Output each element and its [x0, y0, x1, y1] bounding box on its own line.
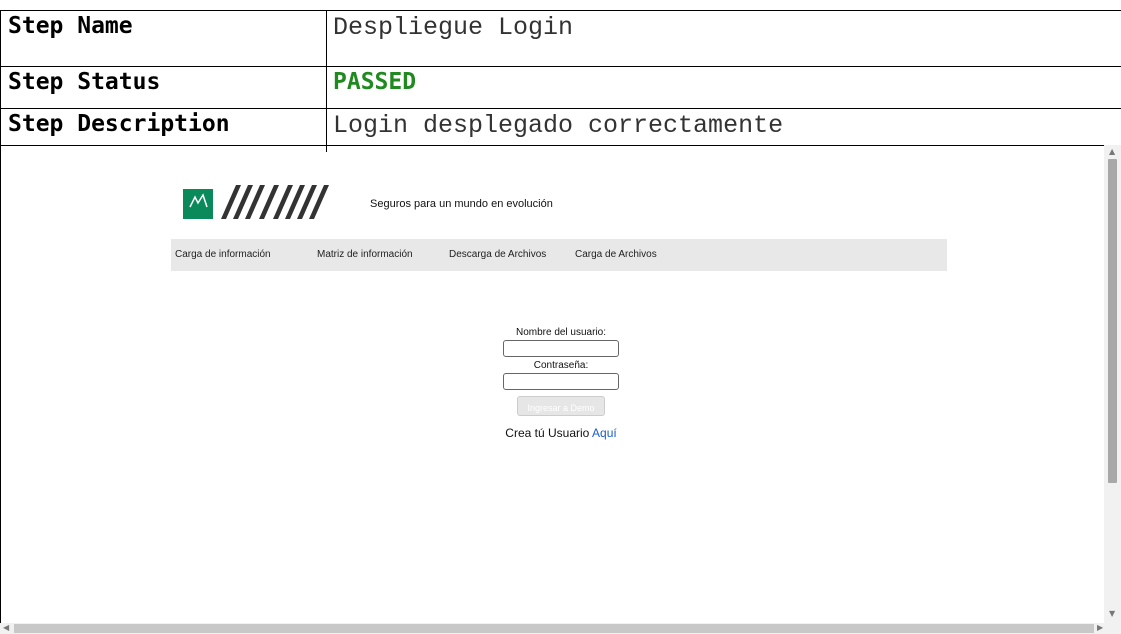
- username-input[interactable]: [503, 340, 619, 357]
- column-divider: [326, 10, 327, 152]
- step-description-row: Step Description Login desplegado correc…: [0, 108, 1121, 146]
- nav-matriz-informacion[interactable]: Matriz de información: [317, 249, 413, 260]
- site-tagline: Seguros para un mundo en evolución: [370, 198, 553, 210]
- step-description-label: Step Description: [8, 111, 230, 137]
- login-button[interactable]: Ingresar a Demo: [517, 396, 605, 416]
- screenshot-viewport: Seguros para un mundo en evolución Carga…: [1, 153, 1104, 623]
- step-name-row: Step Name Despliegue Login: [0, 10, 1121, 47]
- scroll-down-icon[interactable]: ▼: [1109, 609, 1115, 618]
- company-logo: [181, 181, 341, 223]
- step-name-label: Step Name: [8, 13, 133, 39]
- horizontal-scrollbar[interactable]: ◀ ▶: [0, 623, 1121, 634]
- step-name-value: Despliegue Login: [333, 13, 574, 42]
- scroll-left-icon[interactable]: ◀: [3, 623, 9, 632]
- step-status-value: PASSED: [333, 69, 417, 95]
- signup-link[interactable]: Aquí: [592, 426, 617, 440]
- password-input[interactable]: [503, 373, 619, 390]
- username-label: Nombre del usuario:: [515, 327, 607, 338]
- password-label: Contraseña:: [533, 360, 589, 371]
- signup-line: Crea tú Usuario Aquí: [481, 426, 641, 440]
- vertical-scroll-thumb[interactable]: [1108, 159, 1117, 483]
- nav-carga-informacion[interactable]: Carga de información: [175, 249, 271, 260]
- horizontal-scroll-thumb[interactable]: [14, 624, 1094, 633]
- vertical-scrollbar[interactable]: ▲ ▼: [1104, 145, 1121, 623]
- scroll-up-icon[interactable]: ▲: [1109, 147, 1115, 156]
- step-status-row: Step Status PASSED: [0, 66, 1121, 103]
- signup-text: Crea tú Usuario: [505, 426, 590, 440]
- login-form: Nombre del usuario: Contraseña: Ingresar…: [481, 327, 641, 440]
- nav-carga-archivos[interactable]: Carga de Archivos: [575, 249, 657, 260]
- logo-mark-icon: [183, 185, 329, 219]
- scroll-right-icon[interactable]: ▶: [1097, 623, 1103, 632]
- nav-descarga-archivos[interactable]: Descarga de Archivos: [449, 249, 546, 260]
- top-navigation: Carga de información Matriz de informaci…: [171, 239, 947, 271]
- step-status-label: Step Status: [8, 69, 161, 95]
- step-description-value: Login desplegado correctamente: [333, 111, 784, 140]
